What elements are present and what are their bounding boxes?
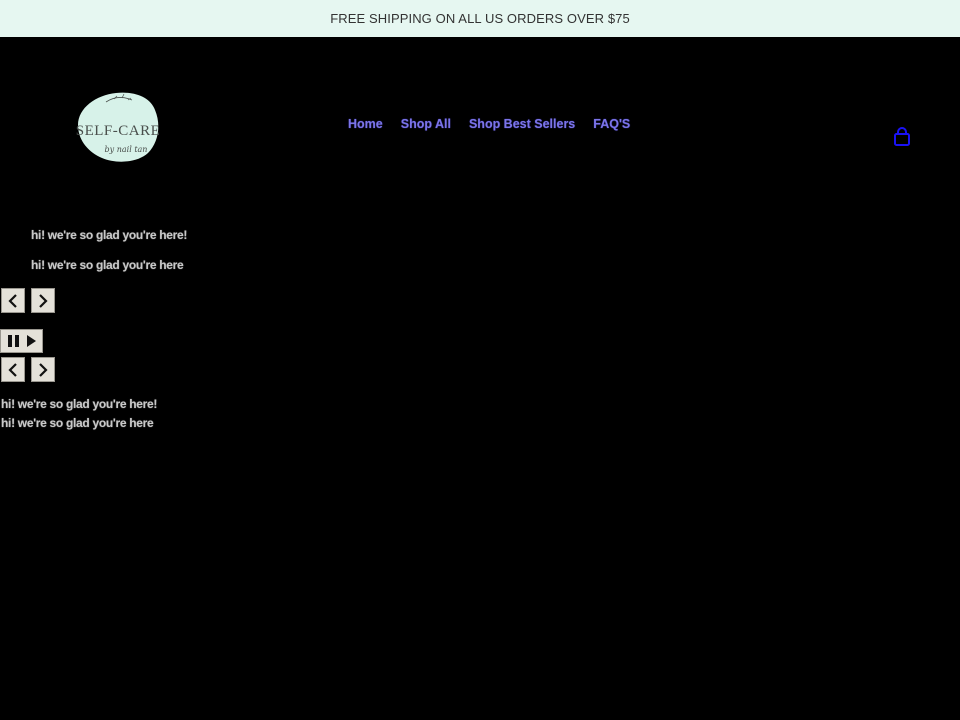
chevron-right-icon <box>39 293 48 308</box>
slideshow-next-button[interactable] <box>31 288 55 313</box>
cart-button[interactable] <box>892 126 912 148</box>
slideshow-secondary-next-button[interactable] <box>31 357 55 382</box>
logo-wordmark: SELF-CARE <box>76 123 161 139</box>
slideshow-secondary-prev-button[interactable] <box>1 357 25 382</box>
slideshow-prev-button[interactable] <box>1 288 25 313</box>
play-icon <box>27 335 36 347</box>
announcement-bar: FREE SHIPPING ON ALL US ORDERS OVER $75 <box>0 0 960 37</box>
logo-image: SELF-CARE by nail tan <box>76 92 161 162</box>
site-logo[interactable]: SELF-CARE by nail tan <box>66 90 170 166</box>
slide-text-1: hi! we're so glad you're here! <box>31 228 188 242</box>
pause-icon <box>8 335 19 347</box>
slide-text-secondary-1: hi! we're so glad you're here! <box>1 397 158 411</box>
nav-home[interactable]: Home <box>348 117 383 131</box>
nav-shop-all[interactable]: Shop All <box>401 117 451 131</box>
logo-script: by nail tan <box>105 145 148 154</box>
slideshow-pause-play-button[interactable] <box>0 329 43 353</box>
cart-icon <box>894 127 910 146</box>
chevron-right-icon <box>39 362 48 377</box>
chevron-left-icon <box>8 362 17 377</box>
main-nav: Home Shop All Shop Best Sellers FAQ'S <box>348 117 648 131</box>
nav-shop-best-sellers[interactable]: Shop Best Sellers <box>469 117 575 131</box>
slide-text-2: hi! we're so glad you're here <box>31 258 184 272</box>
announcement-text: FREE SHIPPING ON ALL US ORDERS OVER $75 <box>330 11 630 26</box>
nav-faqs[interactable]: FAQ'S <box>593 117 630 131</box>
chevron-left-icon <box>8 293 17 308</box>
slide-text-secondary-2: hi! we're so glad you're here <box>1 416 154 430</box>
